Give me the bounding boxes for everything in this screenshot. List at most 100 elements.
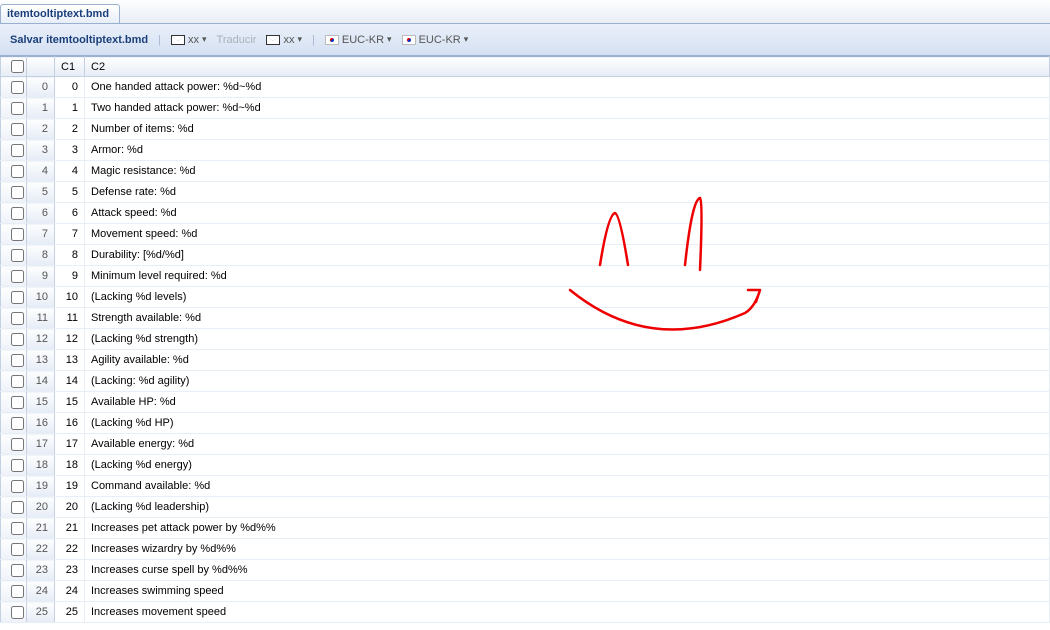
row-checkbox-cell[interactable] bbox=[1, 161, 27, 182]
row-checkbox-cell[interactable] bbox=[1, 287, 27, 308]
row-checkbox-cell[interactable] bbox=[1, 77, 27, 98]
cell-c2[interactable]: Available HP: %d bbox=[85, 392, 1050, 413]
row-checkbox-cell[interactable] bbox=[1, 413, 27, 434]
cell-c1[interactable]: 4 bbox=[55, 161, 85, 182]
cell-c2[interactable]: (Lacking %d leadership) bbox=[85, 497, 1050, 518]
cell-c2[interactable]: Two handed attack power: %d~%d bbox=[85, 98, 1050, 119]
row-checkbox[interactable] bbox=[11, 186, 24, 199]
cell-c2[interactable]: Armor: %d bbox=[85, 140, 1050, 161]
cell-c1[interactable]: 14 bbox=[55, 371, 85, 392]
cell-c1[interactable]: 5 bbox=[55, 182, 85, 203]
row-checkbox-cell[interactable] bbox=[1, 119, 27, 140]
cell-c1[interactable]: 6 bbox=[55, 203, 85, 224]
cell-c1[interactable]: 23 bbox=[55, 560, 85, 581]
data-grid[interactable]: C1 C2 00One handed attack power: %d~%d11… bbox=[0, 56, 1050, 623]
row-checkbox[interactable] bbox=[11, 459, 24, 472]
table-row[interactable]: 99Minimum level required: %d bbox=[1, 266, 1050, 287]
table-row[interactable]: 00One handed attack power: %d~%d bbox=[1, 77, 1050, 98]
cell-c2[interactable]: Defense rate: %d bbox=[85, 182, 1050, 203]
row-checkbox-cell[interactable] bbox=[1, 224, 27, 245]
table-row[interactable]: 1919Command available: %d bbox=[1, 476, 1050, 497]
cell-c2[interactable]: Strength available: %d bbox=[85, 308, 1050, 329]
table-row[interactable]: 1818(Lacking %d energy) bbox=[1, 455, 1050, 476]
row-checkbox[interactable] bbox=[11, 438, 24, 451]
row-checkbox-cell[interactable] bbox=[1, 581, 27, 602]
row-checkbox-cell[interactable] bbox=[1, 308, 27, 329]
header-c1[interactable]: C1 bbox=[55, 57, 85, 77]
row-checkbox[interactable] bbox=[11, 81, 24, 94]
cell-c1[interactable]: 19 bbox=[55, 476, 85, 497]
row-checkbox[interactable] bbox=[11, 480, 24, 493]
table-row[interactable]: 1616(Lacking %d HP) bbox=[1, 413, 1050, 434]
row-checkbox[interactable] bbox=[11, 585, 24, 598]
target-language-dropdown[interactable]: xx ▾ bbox=[266, 34, 302, 46]
target-encoding-dropdown[interactable]: EUC-KR ▾ bbox=[402, 34, 469, 46]
table-row[interactable]: 1414(Lacking: %d agility) bbox=[1, 371, 1050, 392]
row-checkbox[interactable] bbox=[11, 417, 24, 430]
cell-c2[interactable]: Durability: [%d/%d] bbox=[85, 245, 1050, 266]
row-checkbox-cell[interactable] bbox=[1, 98, 27, 119]
row-checkbox[interactable] bbox=[11, 249, 24, 262]
table-row[interactable]: 1010(Lacking %d levels) bbox=[1, 287, 1050, 308]
table-row[interactable]: 2222Increases wizardry by %d%% bbox=[1, 539, 1050, 560]
row-checkbox[interactable] bbox=[11, 123, 24, 136]
table-row[interactable]: 11Two handed attack power: %d~%d bbox=[1, 98, 1050, 119]
cell-c1[interactable]: 16 bbox=[55, 413, 85, 434]
row-checkbox[interactable] bbox=[11, 564, 24, 577]
cell-c1[interactable]: 17 bbox=[55, 434, 85, 455]
table-row[interactable]: 2525Increases movement speed bbox=[1, 602, 1050, 623]
cell-c2[interactable]: Magic resistance: %d bbox=[85, 161, 1050, 182]
table-row[interactable]: 1212(Lacking %d strength) bbox=[1, 329, 1050, 350]
row-checkbox-cell[interactable] bbox=[1, 203, 27, 224]
row-checkbox-cell[interactable] bbox=[1, 350, 27, 371]
cell-c1[interactable]: 18 bbox=[55, 455, 85, 476]
cell-c2[interactable]: (Lacking %d HP) bbox=[85, 413, 1050, 434]
cell-c1[interactable]: 3 bbox=[55, 140, 85, 161]
table-row[interactable]: 66Attack speed: %d bbox=[1, 203, 1050, 224]
cell-c2[interactable]: (Lacking %d energy) bbox=[85, 455, 1050, 476]
cell-c1[interactable]: 1 bbox=[55, 98, 85, 119]
source-language-dropdown[interactable]: xx ▾ bbox=[171, 34, 207, 46]
row-checkbox-cell[interactable] bbox=[1, 140, 27, 161]
cell-c2[interactable]: (Lacking %d levels) bbox=[85, 287, 1050, 308]
cell-c1[interactable]: 2 bbox=[55, 119, 85, 140]
row-checkbox-cell[interactable] bbox=[1, 371, 27, 392]
row-checkbox[interactable] bbox=[11, 354, 24, 367]
row-checkbox[interactable] bbox=[11, 375, 24, 388]
cell-c1[interactable]: 13 bbox=[55, 350, 85, 371]
row-checkbox-cell[interactable] bbox=[1, 497, 27, 518]
cell-c1[interactable]: 8 bbox=[55, 245, 85, 266]
row-checkbox-cell[interactable] bbox=[1, 560, 27, 581]
table-row[interactable]: 22Number of items: %d bbox=[1, 119, 1050, 140]
cell-c2[interactable]: Attack speed: %d bbox=[85, 203, 1050, 224]
row-checkbox-cell[interactable] bbox=[1, 476, 27, 497]
cell-c1[interactable]: 11 bbox=[55, 308, 85, 329]
row-checkbox-cell[interactable] bbox=[1, 434, 27, 455]
row-checkbox[interactable] bbox=[11, 144, 24, 157]
cell-c1[interactable]: 10 bbox=[55, 287, 85, 308]
row-checkbox-cell[interactable] bbox=[1, 392, 27, 413]
cell-c1[interactable]: 7 bbox=[55, 224, 85, 245]
select-all-checkbox[interactable] bbox=[11, 60, 24, 73]
table-row[interactable]: 1515Available HP: %d bbox=[1, 392, 1050, 413]
cell-c1[interactable]: 0 bbox=[55, 77, 85, 98]
table-row[interactable]: 2424Increases swimming speed bbox=[1, 581, 1050, 602]
table-row[interactable]: 2323Increases curse spell by %d%% bbox=[1, 560, 1050, 581]
row-checkbox-cell[interactable] bbox=[1, 539, 27, 560]
header-rownum[interactable] bbox=[27, 57, 55, 77]
row-checkbox[interactable] bbox=[11, 312, 24, 325]
row-checkbox[interactable] bbox=[11, 270, 24, 283]
table-row[interactable]: 2020(Lacking %d leadership) bbox=[1, 497, 1050, 518]
row-checkbox[interactable] bbox=[11, 102, 24, 115]
row-checkbox[interactable] bbox=[11, 522, 24, 535]
row-checkbox[interactable] bbox=[11, 228, 24, 241]
cell-c2[interactable]: Increases wizardry by %d%% bbox=[85, 539, 1050, 560]
table-row[interactable]: 77Movement speed: %d bbox=[1, 224, 1050, 245]
row-checkbox-cell[interactable] bbox=[1, 455, 27, 476]
cell-c1[interactable]: 22 bbox=[55, 539, 85, 560]
header-checkbox-cell[interactable] bbox=[1, 57, 27, 77]
cell-c2[interactable]: (Lacking %d strength) bbox=[85, 329, 1050, 350]
row-checkbox[interactable] bbox=[11, 606, 24, 619]
cell-c2[interactable]: Available energy: %d bbox=[85, 434, 1050, 455]
row-checkbox-cell[interactable] bbox=[1, 329, 27, 350]
